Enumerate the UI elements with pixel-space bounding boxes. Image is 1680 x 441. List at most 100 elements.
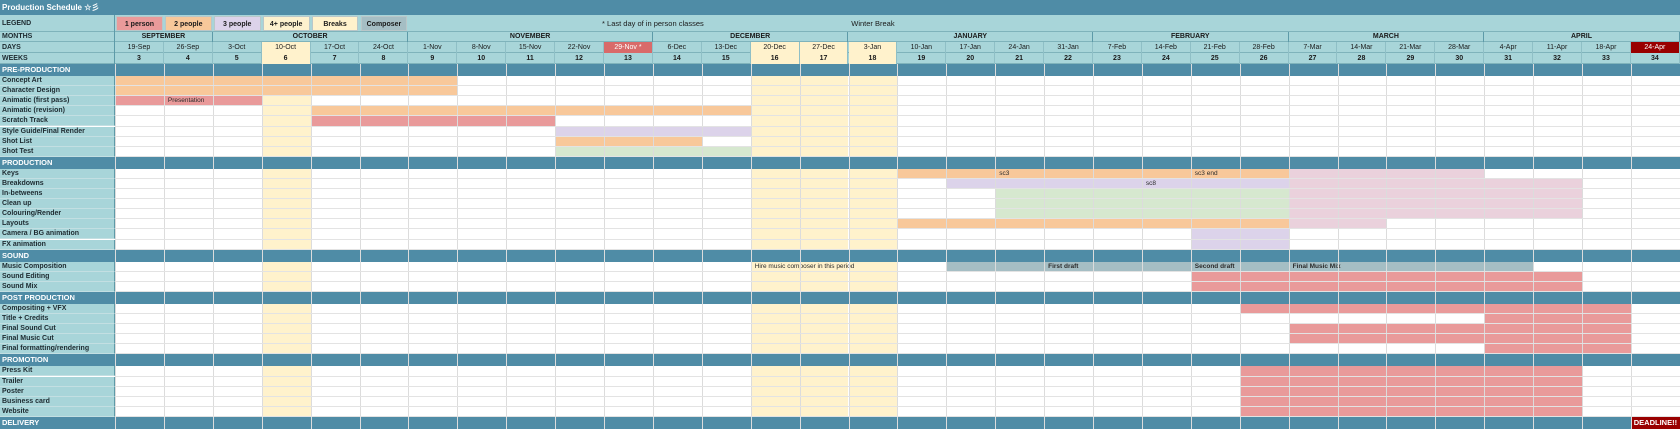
- grid-line: [163, 64, 165, 429]
- task-label: Music Composition: [0, 261, 115, 272]
- spreadsheet: Production Schedule ☆彡 LEGEND MONTHS DAYS WE…: [0, 0, 1680, 441]
- week-header: 23: [1093, 53, 1142, 64]
- legend-chip: 4+ people: [262, 16, 310, 31]
- grid-line: [115, 343, 1680, 345]
- grid-line: [1093, 64, 1094, 429]
- week-header: 14: [653, 53, 702, 64]
- week-header: 27: [1289, 53, 1338, 64]
- week-header: 20: [946, 53, 996, 64]
- week-header: 30: [1435, 53, 1485, 64]
- day-header: 13-Dec: [702, 42, 751, 53]
- day-header: 24-Oct: [360, 42, 409, 53]
- section-header: SOUND: [0, 249, 1680, 262]
- day-header: 22-Nov: [555, 42, 604, 53]
- grid-line: [115, 155, 1680, 157]
- week-header: 4: [164, 53, 213, 64]
- grid-line: [115, 333, 1680, 335]
- day-header: 3-Oct: [213, 42, 262, 53]
- month-header: FEBRUARY: [1093, 32, 1289, 42]
- grid-line: [115, 238, 1680, 240]
- grid-line: [115, 323, 1680, 325]
- day-header: 4-Apr: [1484, 42, 1534, 53]
- week-header: 22: [1044, 53, 1093, 64]
- grid-line: [848, 64, 850, 429]
- day-header: 21-Mar: [1386, 42, 1436, 53]
- day-header: 18-Apr: [1582, 42, 1631, 53]
- grid-line: [261, 64, 263, 429]
- day-header: 28-Mar: [1435, 42, 1485, 53]
- week-header: 26: [1240, 53, 1289, 64]
- day-header: 24-Apr: [1630, 42, 1680, 53]
- header-label-weeks: WEEKS: [0, 53, 115, 64]
- grid-line: [115, 125, 1680, 127]
- legend-chip: 2 people: [164, 16, 212, 31]
- task-label: Compositing + VFX: [0, 303, 115, 314]
- day-header: 7-Feb: [1093, 42, 1142, 53]
- grid-line: [115, 228, 1680, 230]
- month-header: APRIL: [1484, 32, 1680, 42]
- grid-line: [1435, 64, 1437, 429]
- day-header: 29-Nov *: [604, 42, 653, 53]
- task-label: Final Sound Cut: [0, 324, 115, 335]
- grid-line: [1239, 64, 1241, 429]
- week-header: 9: [408, 53, 458, 64]
- grid-line: [1190, 64, 1192, 429]
- week-header: 3: [115, 53, 164, 64]
- grid-line: [115, 198, 1680, 200]
- legend-chip: Composer: [360, 16, 408, 31]
- day-header: 14-Mar: [1338, 42, 1387, 53]
- grid-line: [115, 375, 1680, 377]
- month-header: JANUARY: [849, 32, 1093, 42]
- task-label: Scratch Track: [0, 116, 115, 127]
- grid-line: [115, 415, 1680, 417]
- grid-line: [750, 64, 752, 429]
- task-label: Clean up: [0, 199, 115, 210]
- grid-line: [115, 115, 1680, 117]
- header-label-months: MONTHS: [0, 32, 115, 42]
- task-label: In-betweens: [0, 189, 115, 200]
- grid-line: [212, 64, 214, 429]
- grid-line: [115, 218, 1680, 220]
- day-header: 17-Oct: [311, 42, 360, 53]
- section-header: DELIVERY: [0, 416, 1680, 429]
- task-label: Layouts: [0, 219, 115, 230]
- grid-line: [1630, 64, 1632, 429]
- day-header: 10-Oct: [261, 42, 311, 53]
- deadline-badge: DEADLINE!!: [1630, 416, 1680, 429]
- task-label: Title + Credits: [0, 314, 115, 325]
- grid-line: [115, 135, 1680, 137]
- day-header: 31-Jan: [1044, 42, 1093, 53]
- task-label: Shot Test: [0, 146, 115, 157]
- grid-line: [1044, 64, 1046, 429]
- grid-line: [359, 64, 361, 429]
- grid-line: [1484, 64, 1486, 429]
- grid-line: [115, 290, 1680, 292]
- task-label: Shot List: [0, 136, 115, 147]
- day-header: 20-Dec: [750, 42, 800, 53]
- week-header: 25: [1191, 53, 1240, 64]
- week-header: 29: [1386, 53, 1436, 64]
- grid-line: [115, 177, 1680, 179]
- task-label: Breakdowns: [0, 178, 115, 189]
- grid-line: [115, 208, 1680, 210]
- month-header: MARCH: [1289, 32, 1485, 42]
- week-header: 10: [457, 53, 507, 64]
- last-day-note: * Last day of in person classes: [602, 19, 704, 28]
- week-header: 32: [1533, 53, 1582, 64]
- grid-line: [799, 64, 801, 429]
- legend-chip: Breaks: [311, 16, 359, 31]
- day-header: 7-Mar: [1289, 42, 1338, 53]
- week-header: 12: [555, 53, 604, 64]
- month-header: DECEMBER: [653, 32, 849, 42]
- day-header: 28-Feb: [1240, 42, 1289, 53]
- week-header: 11: [506, 53, 556, 64]
- task-label: Colouring/Render: [0, 209, 115, 220]
- header-label-days: DAYS: [0, 42, 115, 53]
- grid-line: [115, 313, 1680, 314]
- day-header: 3-Jan: [848, 42, 898, 53]
- day-header: 26-Sep: [164, 42, 213, 53]
- day-header: 19-Sep: [115, 42, 164, 53]
- grid-line: [1582, 64, 1583, 429]
- task-label: Trailer: [0, 376, 115, 387]
- task-label: Style Guide/Final Render: [0, 126, 115, 137]
